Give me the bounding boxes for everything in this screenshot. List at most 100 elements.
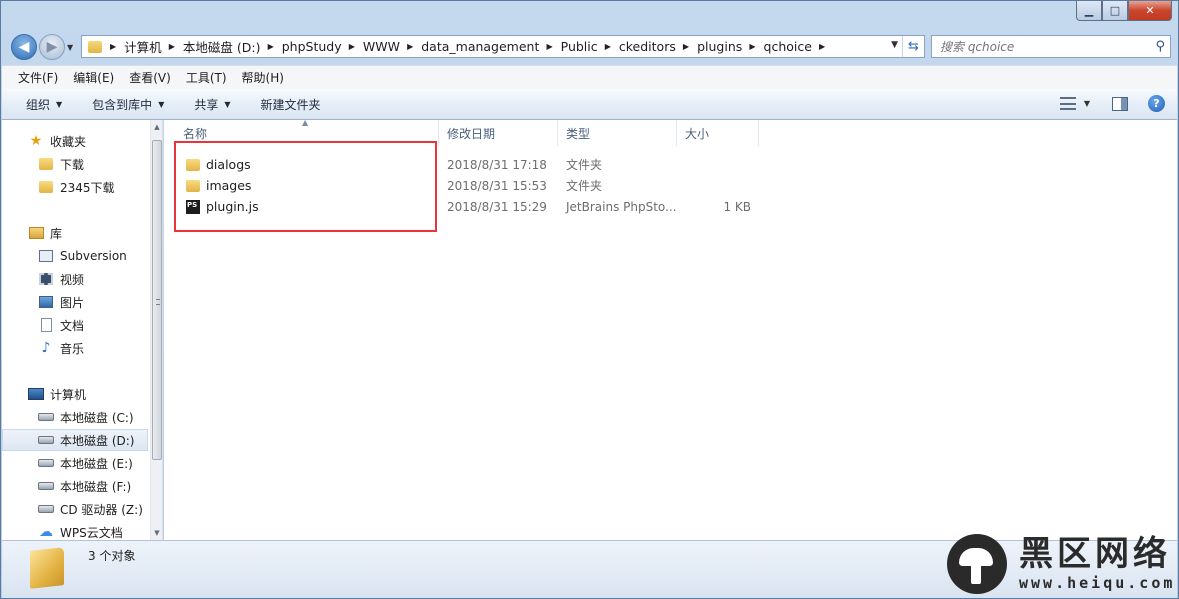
command-bar-right: ▼ ?	[1059, 95, 1165, 112]
address-bar[interactable]: ▶ 计算机 ▶ 本地磁盘 (D:) ▶ phpStudy ▶ WWW ▶ dat…	[81, 35, 925, 58]
sidebar-item-favorites[interactable]: ★ 收藏夹	[2, 130, 148, 152]
chevron-right-icon[interactable]: ▶	[541, 42, 552, 51]
column-header-type[interactable]: 类型	[558, 120, 677, 146]
chevron-right-icon[interactable]: ▶	[744, 42, 755, 51]
search-icon[interactable]: ⚲	[1155, 39, 1165, 54]
organize-button[interactable]: 组织 ▼	[26, 96, 62, 113]
refresh-button[interactable]: ⇆	[902, 36, 924, 57]
chevron-right-icon[interactable]: ▶	[402, 42, 413, 51]
sidebar-item-libraries[interactable]: 库	[2, 222, 148, 244]
folder-icon	[88, 40, 102, 53]
menu-tools[interactable]: 工具(T)	[186, 69, 227, 86]
breadcrumb-item[interactable]: WWW ▶	[363, 39, 421, 54]
file-modified: 2018/8/31 17:18	[447, 157, 547, 172]
drive-icon	[38, 436, 54, 444]
sidebar-item-drive-e[interactable]: 本地磁盘 (E:)	[2, 452, 148, 474]
sidebar-item-music[interactable]: ♪ 音乐	[2, 337, 148, 359]
downloads-folder-icon	[39, 158, 53, 170]
scroll-down-icon[interactable]: ▼	[151, 526, 162, 540]
address-row: ◀ ▶ ▼ ▶ 计算机 ▶ 本地磁盘 (D:) ▶ phpStudy ▶ WWW…	[9, 31, 1171, 61]
nav-pane-scrollbar[interactable]: ▲ ▼	[150, 120, 162, 540]
drive-icon	[38, 459, 54, 467]
sidebar-item-downloads[interactable]: 下载	[2, 153, 148, 175]
sidebar-item-subversion[interactable]: Subversion	[2, 245, 148, 267]
breadcrumb-item[interactable]: phpStudy ▶	[282, 39, 363, 54]
sidebar-item-wps-cloud[interactable]: ☁ WPS云文档	[2, 521, 148, 540]
chevron-right-icon[interactable]: ▶	[678, 42, 689, 51]
breadcrumb-item[interactable]: Public ▶	[561, 39, 619, 54]
chevron-down-icon: ▼	[158, 99, 165, 109]
view-options-icon[interactable]	[1059, 97, 1076, 110]
file-list-pane: ▲ 名称 修改日期 类型 大小 dialogs 2018/8/31 17:18 …	[164, 118, 1177, 540]
help-icon[interactable]: ?	[1148, 95, 1165, 112]
back-button[interactable]: ◀	[11, 34, 37, 60]
sidebar-item-drive-c[interactable]: 本地磁盘 (C:)	[2, 406, 148, 428]
breadcrumb-item[interactable]: qchoice ▶	[764, 39, 834, 54]
minimize-button[interactable]: ▁	[1076, 1, 1102, 21]
video-icon	[39, 273, 53, 285]
sidebar-item-cd-drive-z[interactable]: CD 驱动器 (Z:)	[2, 498, 148, 520]
menu-edit[interactable]: 编辑(E)	[73, 69, 114, 86]
chevron-down-icon[interactable]: ▼	[891, 40, 898, 50]
file-modified: 2018/8/31 15:53	[447, 178, 547, 193]
chevron-right-icon[interactable]: ▶	[110, 42, 116, 51]
preview-pane-icon[interactable]	[1112, 96, 1128, 111]
scroll-up-icon[interactable]: ▲	[151, 120, 162, 134]
star-icon: ★	[29, 133, 43, 149]
sidebar-item-2345-downloads[interactable]: 2345下载	[2, 176, 148, 198]
chevron-down-icon[interactable]: ▼	[1084, 99, 1090, 108]
sidebar-item-videos[interactable]: 视频	[2, 268, 148, 290]
sidebar-item-documents[interactable]: 文档	[2, 314, 148, 336]
window-controls: ▁ □ ✕	[1076, 1, 1172, 21]
recent-pages-dropdown[interactable]: ▼	[67, 43, 73, 52]
sidebar-item-drive-d[interactable]: 本地磁盘 (D:)	[2, 429, 148, 451]
navigation-pane: ★ 收藏夹 下载 2345下载 库 Subversion 视频 图片 文档 ♪ …	[2, 120, 163, 540]
music-icon: ♪	[41, 340, 51, 356]
new-folder-button[interactable]: 新建文件夹	[261, 96, 321, 113]
include-in-library-button[interactable]: 包含到库中 ▼	[92, 96, 164, 113]
breadcrumb-item[interactable]: plugins ▶	[697, 39, 763, 54]
forward-button[interactable]: ▶	[39, 34, 65, 60]
breadcrumb-item[interactable]: 本地磁盘 (D:) ▶	[183, 37, 282, 56]
folder-icon	[30, 547, 64, 589]
sidebar-item-computer[interactable]: 计算机	[2, 383, 148, 405]
breadcrumb-item[interactable]: data_management ▶	[421, 39, 560, 54]
close-button[interactable]: ✕	[1128, 1, 1172, 21]
column-header-modified[interactable]: 修改日期	[439, 120, 558, 146]
document-icon	[40, 318, 52, 332]
arrow-left-icon: ◀	[18, 39, 30, 55]
annotation-highlight-box	[174, 141, 437, 232]
file-type: JetBrains PhpSto...	[566, 199, 677, 214]
file-modified: 2018/8/31 15:29	[447, 199, 547, 214]
share-button[interactable]: 共享 ▼	[194, 96, 230, 113]
file-size: 1 KB	[723, 199, 751, 214]
breadcrumb-item[interactable]: ckeditors ▶	[619, 39, 697, 54]
picture-icon	[39, 296, 53, 308]
maximize-button[interactable]: □	[1102, 1, 1128, 21]
sidebar-item-drive-f[interactable]: 本地磁盘 (F:)	[2, 475, 148, 497]
item-count: 3 个对象	[88, 549, 136, 563]
chevron-right-icon[interactable]: ▶	[600, 42, 611, 51]
file-type: 文件夹	[566, 179, 603, 193]
search-input[interactable]	[940, 39, 1140, 54]
mushroom-logo-icon	[947, 534, 1007, 594]
chevron-right-icon[interactable]: ▶	[263, 42, 274, 51]
menu-file[interactable]: 文件(F)	[18, 69, 58, 86]
menu-view[interactable]: 查看(V)	[129, 69, 171, 86]
column-header-size[interactable]: 大小	[677, 120, 759, 146]
sort-ascending-icon: ▲	[302, 118, 309, 127]
menu-help[interactable]: 帮助(H)	[242, 69, 284, 86]
chevron-right-icon[interactable]: ▶	[164, 42, 175, 51]
scroll-thumb[interactable]	[152, 140, 162, 460]
watermark-title: 黑区网络	[1019, 534, 1171, 574]
chevron-right-icon[interactable]: ▶	[814, 42, 825, 51]
chevron-right-icon[interactable]: ▶	[344, 42, 355, 51]
computer-icon	[28, 388, 44, 400]
grip-icon	[156, 299, 160, 305]
search-box: ⚲	[931, 35, 1171, 58]
breadcrumb-item[interactable]: 计算机 ▶	[124, 37, 183, 56]
sidebar-item-pictures[interactable]: 图片	[2, 291, 148, 313]
command-bar: 组织 ▼ 包含到库中 ▼ 共享 ▼ 新建文件夹 ▼ ?	[2, 89, 1177, 120]
explorer-window: ▁ □ ✕ ◀ ▶ ▼ ▶ 计算机 ▶ 本地磁盘 (D:) ▶ phpStudy…	[0, 0, 1179, 599]
cloud-icon: ☁	[39, 524, 53, 540]
